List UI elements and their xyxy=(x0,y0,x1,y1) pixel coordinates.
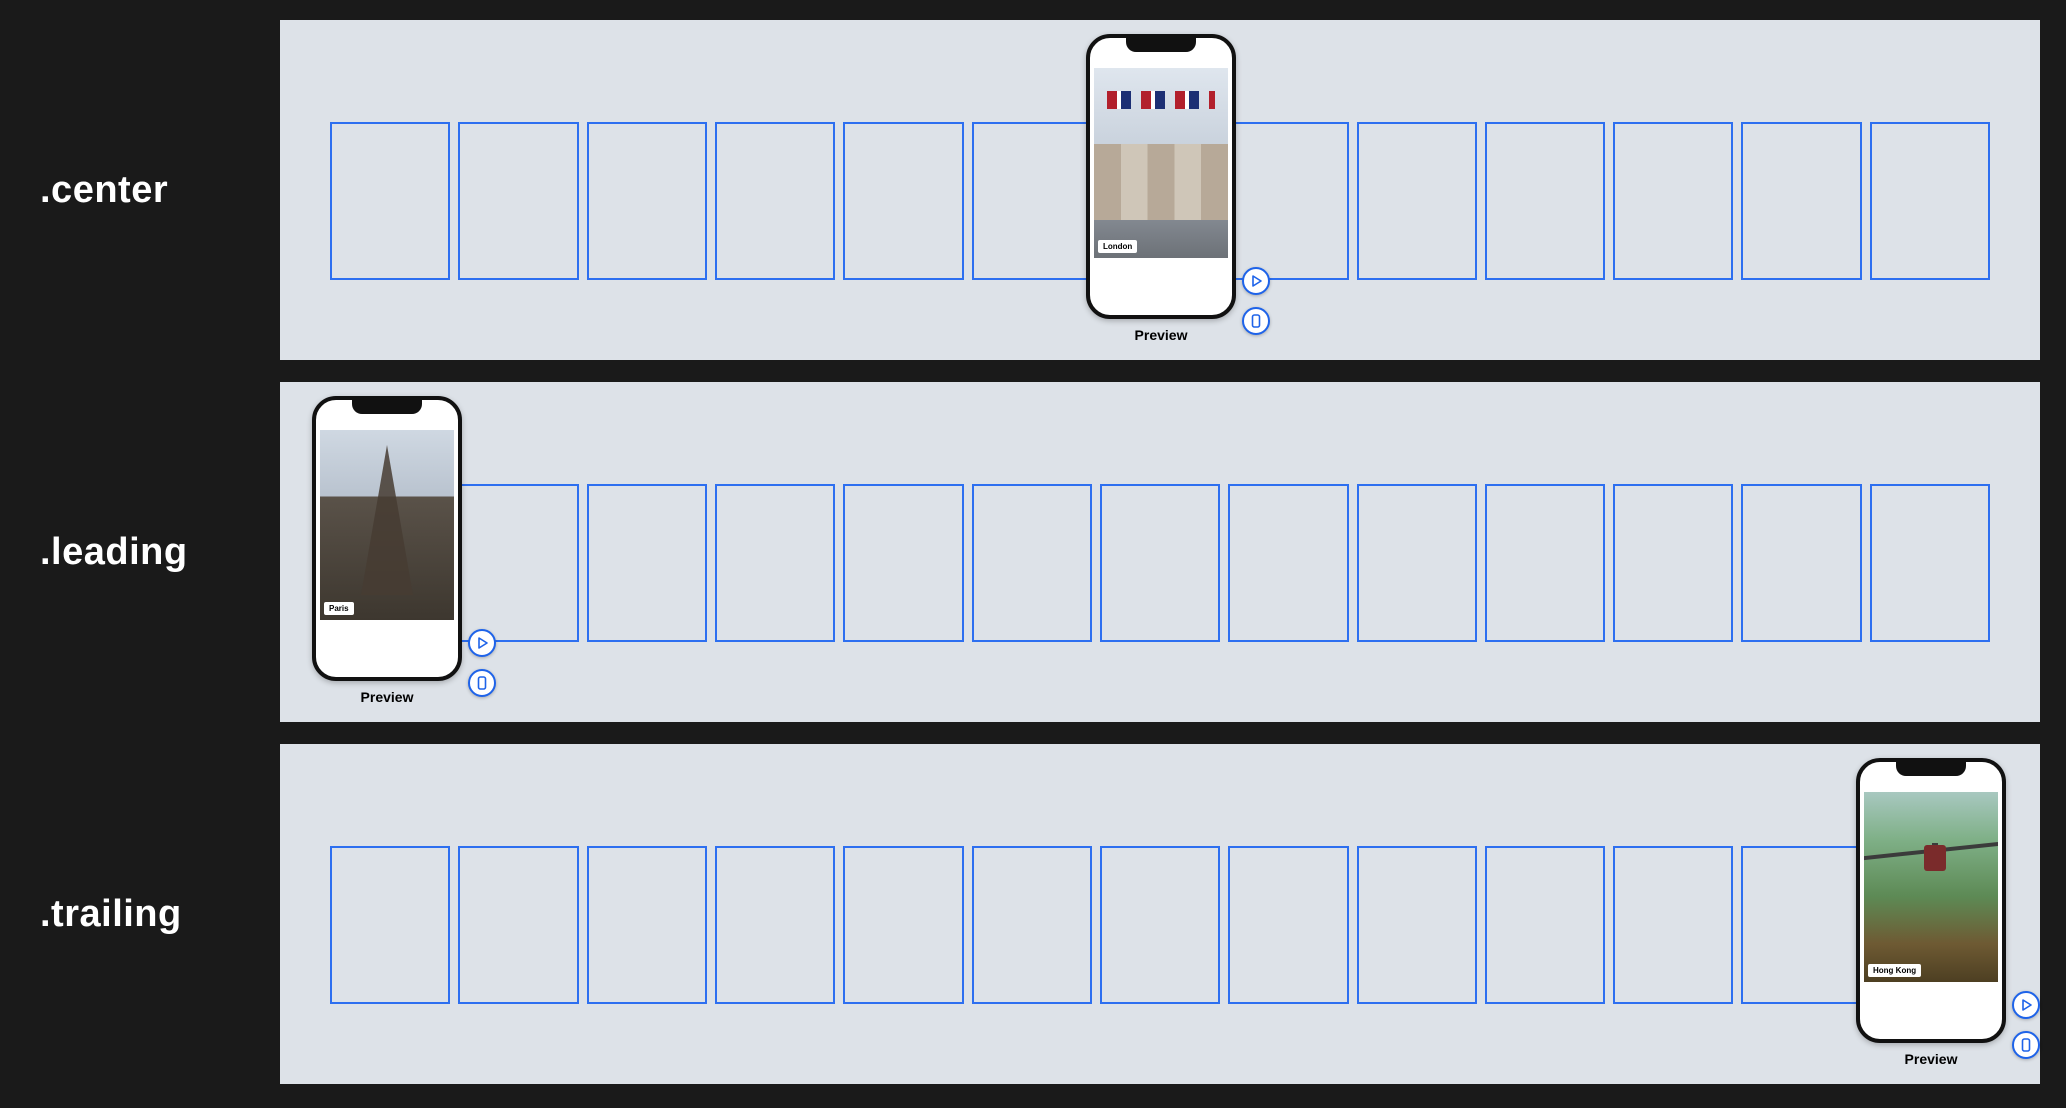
slot xyxy=(972,846,1092,1004)
preview-label: Preview xyxy=(1856,1051,2006,1067)
slot xyxy=(330,846,450,1004)
phone-notch xyxy=(352,398,422,414)
photo-caption: London xyxy=(1098,240,1137,253)
device-icon xyxy=(1250,314,1262,328)
phone-frame: Paris xyxy=(312,396,462,681)
panel-leading: Paris Preview xyxy=(280,382,2040,722)
play-button[interactable] xyxy=(1242,267,1270,295)
slot xyxy=(1613,846,1733,1004)
slot xyxy=(715,122,835,280)
slot xyxy=(458,484,578,642)
panel-trailing: Hong Kong Preview xyxy=(280,744,2040,1084)
slot xyxy=(587,484,707,642)
phone-screen xyxy=(1094,68,1228,258)
slot xyxy=(1613,122,1733,280)
slot xyxy=(1485,484,1605,642)
photo-london xyxy=(1094,68,1228,258)
slot xyxy=(843,122,963,280)
slot xyxy=(972,484,1092,642)
slot xyxy=(1741,484,1861,642)
slot xyxy=(458,846,578,1004)
slot xyxy=(458,122,578,280)
row-center: .center xyxy=(0,20,2066,360)
slot xyxy=(1357,484,1477,642)
phone-preview-leading: Paris Preview xyxy=(312,396,462,705)
slot xyxy=(843,846,963,1004)
device-icon xyxy=(2020,1038,2032,1052)
slot xyxy=(1357,846,1477,1004)
preview-button-column xyxy=(468,629,496,697)
phone-frame: London xyxy=(1086,34,1236,319)
photo-hongkong xyxy=(1864,792,1998,982)
play-icon xyxy=(1250,275,1262,287)
preview-label: Preview xyxy=(1086,327,1236,343)
slot xyxy=(1870,122,1990,280)
phone-frame: Hong Kong xyxy=(1856,758,2006,1043)
diagram-stage: .center xyxy=(0,0,2066,1108)
slot xyxy=(1741,122,1861,280)
play-button[interactable] xyxy=(2012,991,2040,1019)
photo-caption: Hong Kong xyxy=(1868,964,1921,977)
play-icon xyxy=(476,637,488,649)
row-label-center: .center xyxy=(0,169,280,212)
row-label-trailing: .trailing xyxy=(0,893,280,936)
slot xyxy=(1228,846,1348,1004)
phone-preview-trailing: Hong Kong Preview xyxy=(1856,758,2006,1067)
preview-button-column xyxy=(1242,267,1270,335)
phone-notch xyxy=(1126,36,1196,52)
phone-notch xyxy=(1896,760,1966,776)
slot xyxy=(587,846,707,1004)
device-button[interactable] xyxy=(1242,307,1270,335)
preview-label: Preview xyxy=(312,689,462,705)
photo-paris xyxy=(320,430,454,620)
slot-track-leading xyxy=(330,484,1990,642)
slot xyxy=(1870,484,1990,642)
photo-caption: Paris xyxy=(324,602,354,615)
device-button[interactable] xyxy=(468,669,496,697)
slot xyxy=(1741,846,1861,1004)
play-icon xyxy=(2020,999,2032,1011)
slot xyxy=(1485,846,1605,1004)
slot xyxy=(1228,122,1348,280)
slot xyxy=(1100,484,1220,642)
row-trailing: .trailing xyxy=(0,744,2066,1084)
panel-center: London Preview xyxy=(280,20,2040,360)
play-button[interactable] xyxy=(468,629,496,657)
preview-button-column xyxy=(2012,991,2040,1059)
slot xyxy=(1357,122,1477,280)
row-label-leading: .leading xyxy=(0,531,280,574)
slot xyxy=(1228,484,1348,642)
slot xyxy=(1485,122,1605,280)
slot xyxy=(715,846,835,1004)
device-button[interactable] xyxy=(2012,1031,2040,1059)
slot xyxy=(972,122,1092,280)
device-icon xyxy=(476,676,488,690)
phone-screen xyxy=(320,430,454,620)
slot xyxy=(843,484,963,642)
phone-preview-center: London Preview xyxy=(1086,34,1236,343)
slot xyxy=(587,122,707,280)
slot xyxy=(1100,846,1220,1004)
phone-screen xyxy=(1864,792,1998,982)
slot xyxy=(715,484,835,642)
row-leading: .leading xyxy=(0,382,2066,722)
slot xyxy=(1613,484,1733,642)
slot-track-trailing xyxy=(330,846,1990,1004)
slot xyxy=(330,122,450,280)
